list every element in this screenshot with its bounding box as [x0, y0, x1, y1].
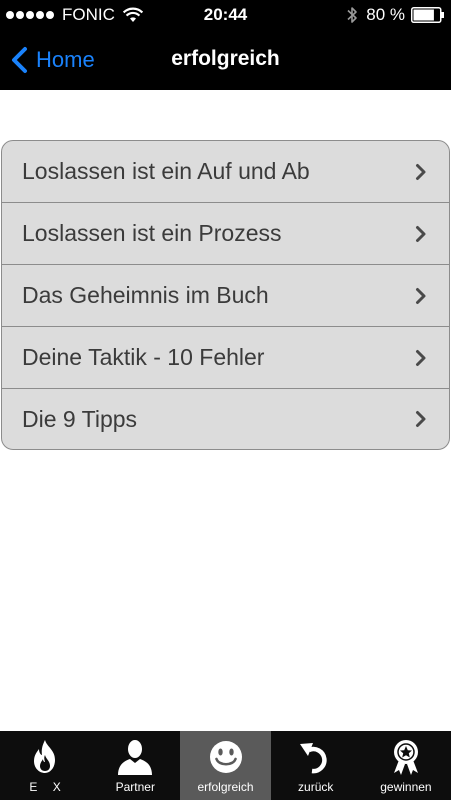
chevron-right-icon: [416, 411, 426, 427]
list-item[interactable]: Loslassen ist ein Auf und Ab: [2, 141, 449, 203]
chevron-right-icon: [416, 163, 426, 180]
list-item[interactable]: Das Geheimnis im Buch: [2, 265, 449, 327]
smiley-icon: [209, 741, 242, 773]
list-item-label: Deine Taktik - 10 Fehler: [22, 344, 265, 370]
tab-label: Partner: [115, 780, 155, 794]
bluetooth-icon: [347, 7, 358, 23]
list-item[interactable]: Loslassen ist ein Prozess: [2, 203, 449, 265]
tab-label: erfolgreich: [197, 780, 254, 794]
status-bar: FONIC 20:44 80 %: [0, 0, 451, 30]
tab-ex[interactable]: E X: [0, 731, 90, 800]
battery-percent: 80 %: [366, 5, 405, 24]
list-item-label: Loslassen ist ein Auf und Ab: [22, 158, 310, 184]
list-item-label: Loslassen ist ein Prozess: [22, 220, 282, 246]
tab-label: zurück: [298, 780, 334, 794]
undo-arrow-icon: [299, 743, 327, 774]
tab-gewinnen[interactable]: gewinnen: [361, 731, 451, 800]
topic-list: Loslassen ist ein Auf und Ab Loslassen i…: [1, 140, 450, 450]
chevron-right-icon: [416, 287, 426, 304]
tab-label: gewinnen: [380, 780, 432, 794]
chevron-right-icon: [416, 349, 426, 366]
flame-icon: [34, 740, 56, 773]
battery-icon: [411, 7, 444, 23]
list-item-label: Das Geheimnis im Buch: [22, 282, 269, 308]
award-ribbon-icon: [393, 740, 418, 775]
page-title: erfolgreich: [171, 47, 280, 70]
list-item[interactable]: Deine Taktik - 10 Fehler: [2, 327, 449, 389]
chevron-right-icon: [416, 225, 426, 242]
tab-bar: E X Partner erfolgreich zurück gewinnen: [0, 731, 451, 800]
navigation-bar: Home erfolgreich: [0, 30, 451, 90]
tab-label: E X: [29, 780, 67, 794]
list-item[interactable]: Die 9 Tipps: [2, 389, 449, 449]
tab-zurueck[interactable]: zurück: [271, 731, 361, 800]
tab-partner[interactable]: Partner: [90, 731, 180, 800]
tab-erfolgreich[interactable]: erfolgreich: [180, 731, 271, 800]
list-item-label: Die 9 Tipps: [22, 405, 138, 432]
person-icon: [118, 740, 153, 775]
status-right: 80 %: [346, 5, 445, 25]
app-screen: FONIC 20:44 80 % Home erfolgreich Loslas…: [0, 0, 451, 800]
